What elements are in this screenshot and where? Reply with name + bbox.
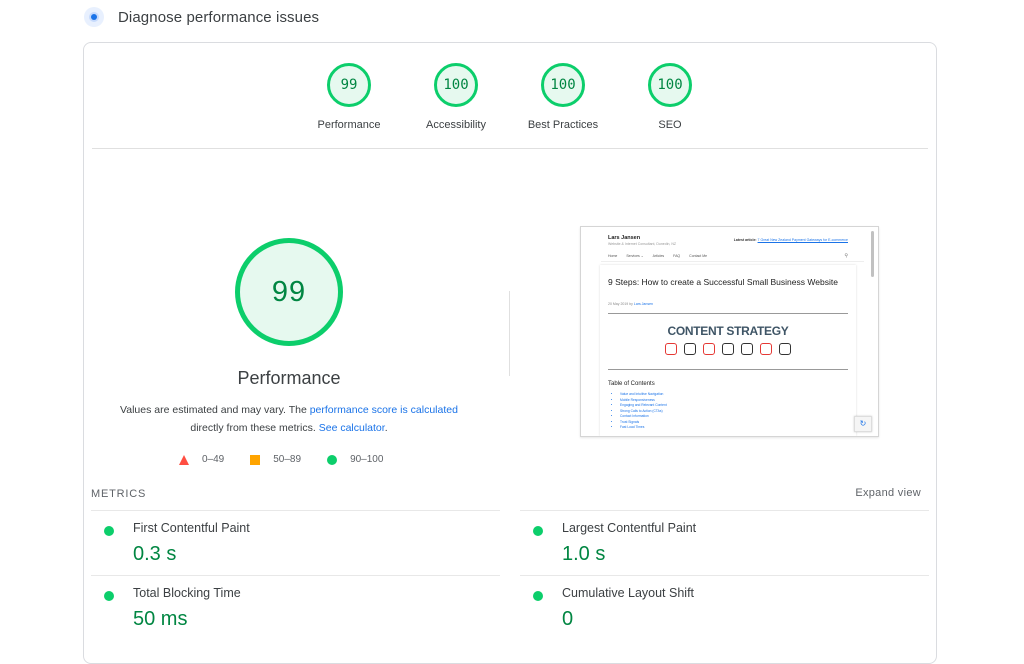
- pass-circle-icon: [533, 591, 543, 601]
- analyze-figure-icon: [681, 341, 697, 357]
- metric-name: Total Blocking Time: [133, 586, 241, 600]
- divider: [520, 575, 929, 576]
- legend-fail: 0–49: [179, 454, 224, 465]
- score-note: Values are estimated and may vary. The p…: [106, 401, 472, 437]
- divider: [601, 261, 864, 262]
- note-text: Values are estimated and may vary. The: [120, 404, 310, 416]
- site-subtitle: Website & Internet Consultant, Dunedin, …: [608, 242, 677, 246]
- gauge-best-practices[interactable]: 100 Best Practices: [513, 63, 613, 131]
- metric-name: Largest Contentful Paint: [562, 521, 697, 535]
- metric-name: First Contentful Paint: [133, 521, 250, 535]
- toc-item: Fast Load Times: [620, 425, 667, 431]
- search-icon: ⚲: [844, 253, 848, 259]
- note-text: directly from these metrics.: [190, 422, 319, 434]
- gauge-score: 100: [541, 63, 585, 107]
- scrollbar: [871, 231, 874, 277]
- final-screenshot[interactable]: Lars Jansen Website & Internet Consultan…: [580, 226, 879, 437]
- recaptcha-icon: ↻: [854, 416, 872, 432]
- vertical-divider: [509, 291, 510, 376]
- metric-value: 50 ms: [133, 608, 188, 630]
- nav-item: FAQ: [673, 254, 681, 258]
- gauge-label: SEO: [658, 119, 682, 131]
- site-name: Lars Jansen: [608, 235, 641, 241]
- section-header: Diagnose performance issues: [84, 6, 319, 28]
- section-title: Diagnose performance issues: [118, 8, 320, 26]
- performance-label: Performance: [237, 368, 341, 388]
- divider: [92, 148, 928, 149]
- category-gauges: 99 Performance 100 Accessibility 100 Bes…: [84, 63, 936, 143]
- legend-pass: 90–100: [327, 454, 383, 465]
- article-meta: 20 May 2019 by Lars Jansen: [608, 302, 653, 306]
- nav-item: Home: [608, 254, 618, 258]
- pass-circle-icon: [104, 591, 114, 601]
- score-legend: 0–49 50–89 90–100: [179, 454, 409, 465]
- pass-circle-icon: [104, 526, 114, 536]
- legend-average: 50–89: [250, 454, 301, 465]
- article-title: 9 Steps: How to create a Successful Smal…: [608, 277, 838, 287]
- gauge-label: Performance: [317, 119, 381, 131]
- pass-circle-icon: [533, 526, 543, 536]
- nav-item: Services ⌄: [626, 254, 644, 258]
- gauge-score: 99: [327, 63, 371, 107]
- diagnose-icon: [84, 7, 104, 27]
- nav-item: Contact Me: [689, 254, 708, 258]
- triangle-icon: [179, 454, 189, 465]
- planning-figure-icon: [700, 341, 716, 357]
- legend-range: 50–89: [273, 454, 302, 465]
- see-calculator-link[interactable]: See calculator: [319, 422, 385, 434]
- article-author: Lars Jansen: [633, 302, 653, 306]
- performance-score-gauge: 99: [235, 238, 343, 346]
- article-date: 20 May 2019 by: [608, 302, 633, 306]
- nav-item: Articles: [652, 254, 665, 258]
- gauge-label: Accessibility: [426, 119, 486, 131]
- square-icon: [250, 454, 261, 465]
- toc-item: Value and Intuitive Navigation: [620, 392, 667, 398]
- divider: [608, 313, 848, 314]
- divider: [608, 369, 848, 370]
- gauge-score: 100: [434, 63, 478, 107]
- promotion-figure-icon: [719, 341, 735, 357]
- legend-range: 0–49: [202, 454, 225, 465]
- control-figure-icon: [738, 341, 754, 357]
- metrics-heading: METRICS: [91, 488, 147, 500]
- gauge-score: 100: [648, 63, 692, 107]
- gauge-accessibility[interactable]: 100 Accessibility: [406, 63, 506, 131]
- latest-link: 7 Great New Zealand Payment Gateways for…: [757, 238, 848, 242]
- circle-icon: [327, 454, 338, 465]
- gauge-label: Best Practices: [527, 119, 599, 131]
- metric-value: 0.3 s: [133, 543, 177, 565]
- publish-figure-icon: [757, 341, 773, 357]
- metric-value: 0: [562, 608, 574, 630]
- report-card: 99 Performance 100 Accessibility 100 Bes…: [83, 42, 937, 664]
- site-nav: Home Services ⌄ Articles FAQ Contact Me: [608, 254, 707, 258]
- metric-value: 1.0 s: [562, 543, 606, 565]
- toc-title: Table of Contents: [608, 381, 655, 387]
- metric-name: Cumulative Layout Shift: [562, 586, 695, 600]
- gauge-seo[interactable]: 100 SEO: [620, 63, 720, 131]
- note-text: .: [384, 422, 388, 434]
- create-figure-icon: [662, 341, 678, 357]
- article-preview: 9 Steps: How to create a Successful Smal…: [600, 265, 856, 436]
- gauge-performance[interactable]: 99 Performance: [299, 63, 399, 131]
- strategy-figures: [662, 341, 792, 357]
- divider: [91, 510, 500, 511]
- toc-item: Engaging and Relevant Content: [620, 403, 667, 409]
- expand-view-toggle[interactable]: Expand view: [855, 487, 921, 499]
- latest-article: Latest article: 7 Great New Zealand Paym…: [734, 238, 848, 242]
- success-figure-icon: [776, 341, 792, 357]
- content-strategy-banner: CONTENT STRATEGY: [667, 324, 789, 338]
- performance-score-link[interactable]: performance score is calculated: [310, 404, 458, 416]
- divider: [520, 510, 929, 511]
- toc-list: Value and Intuitive Navigation Mobile Re…: [616, 392, 667, 431]
- legend-range: 90–100: [350, 454, 384, 465]
- divider: [91, 575, 500, 576]
- latest-label: Latest article:: [733, 238, 757, 242]
